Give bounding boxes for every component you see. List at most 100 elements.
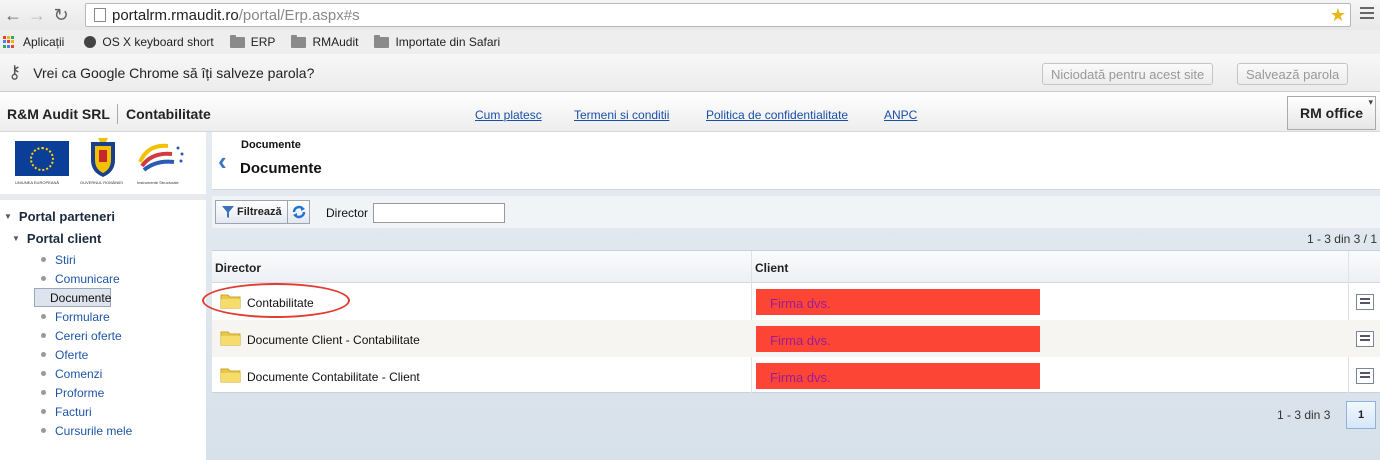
tree-root-label: Portal parteneri <box>18 209 116 224</box>
sidebar-item-label: Comunicare <box>55 271 120 286</box>
expand-triangle-icon[interactable]: ▼ <box>4 212 12 221</box>
bullet-icon <box>41 409 46 414</box>
director-cell[interactable]: Documente Contabilitate - Client <box>247 370 420 384</box>
reload-icon[interactable]: ↻ <box>50 4 72 26</box>
director-filter-input[interactable] <box>373 203 505 223</box>
record-count-bottom: 1 - 3 din 3 <box>1277 408 1331 422</box>
bookmark-label: ERP <box>250 35 276 49</box>
sidebar-item-cereri-oferte[interactable]: Cereri oferte <box>34 326 206 345</box>
sidebar-item-label: Oferte <box>55 347 89 362</box>
sidebar-item-formulare[interactable]: Formulare <box>34 307 206 326</box>
bookmark-star-icon[interactable]: ★ <box>1330 5 1346 26</box>
director-cell[interactable]: Documente Client - Contabilitate <box>247 333 420 347</box>
address-bar[interactable]: portalrm.rmaudit.ro/portal/Erp.aspx#s ★ <box>85 3 1351 27</box>
page-icon <box>94 8 106 22</box>
link-anpc[interactable]: ANPC <box>884 108 917 122</box>
logo-caption-gov: GUVERNUL ROMÂNIEI <box>80 180 123 185</box>
sidebar-item-label: Formulare <box>55 309 110 324</box>
funnel-icon <box>222 206 234 218</box>
sidebar-item-cursurile-mele[interactable]: Cursurile mele <box>34 421 206 440</box>
filter-button[interactable]: Filtrează <box>215 200 310 224</box>
table-row[interactable]: Contabilitate Firma dvs. <box>212 283 1380 320</box>
sidebar-item-label: Documente <box>50 290 112 305</box>
link-politica[interactable]: Politica de confidentialitate <box>706 108 848 122</box>
chrome-menu-icon[interactable] <box>1360 7 1374 22</box>
column-header-director[interactable]: Director <box>215 261 261 275</box>
sidebar-item-label: Proforme <box>55 385 105 400</box>
bookmark-label: Aplicații <box>23 35 65 49</box>
apps-grid-icon <box>3 36 15 48</box>
content-header: ‹ Documente Documente <box>212 132 1380 190</box>
client-cell: Firma dvs. <box>756 363 1040 389</box>
tree-group-label: Portal client <box>26 231 102 246</box>
bullet-icon <box>41 371 46 376</box>
bookmark-label: Importate din Safari <box>395 35 501 49</box>
row-details-icon[interactable] <box>1356 294 1374 310</box>
grid-header: Director Client <box>212 251 1380 283</box>
row-details-icon[interactable] <box>1356 331 1374 347</box>
bullet-icon <box>41 257 46 262</box>
romania-coat-of-arms-icon <box>91 138 115 177</box>
sidebar-item-oferte[interactable]: Oferte <box>34 345 206 364</box>
url-path: /portal/Erp.aspx#s <box>238 6 360 24</box>
column-header-client[interactable]: Client <box>755 261 788 275</box>
url-host: portalrm.rmaudit.ro <box>112 6 239 24</box>
breadcrumb[interactable]: Documente <box>241 139 301 151</box>
save-password-button[interactable]: Salvează parola <box>1237 63 1349 85</box>
client-cell: Firma dvs. <box>756 326 1040 352</box>
tree-root-portal-parteneri[interactable]: ▼ Portal parteneri <box>4 209 115 224</box>
filter-button-label: Filtrează <box>237 206 282 218</box>
sidebar-item-proforme[interactable]: Proforme <box>34 383 206 402</box>
logo-caption-eu: UNIUNEA EUROPEANĂ <box>15 180 60 185</box>
sidebar-item-comenzi[interactable]: Comenzi <box>34 364 206 383</box>
never-save-button[interactable]: Niciodată pentru acest site <box>1042 63 1214 85</box>
bookmark-apps[interactable]: Aplicații <box>0 35 64 49</box>
sidebar-item-comunicare[interactable]: Comunicare <box>34 269 206 288</box>
row-details-icon[interactable] <box>1356 368 1374 384</box>
tree-group-portal-client[interactable]: ▼ Portal client <box>12 231 101 246</box>
sidebar-item-stiri[interactable]: Stiri <box>34 250 206 269</box>
back-arrow-icon[interactable]: ← <box>2 4 24 26</box>
folder-icon <box>220 331 241 346</box>
browser-toolbar: ← → ↻ portalrm.rmaudit.ro/portal/Erp.asp… <box>0 0 1380 30</box>
bullet-icon <box>41 276 46 281</box>
sidebar-logos: UNIUNEA EUROPEANĂ GUVERNUL ROMÂNIEI Inst… <box>0 132 206 194</box>
sidebar-item-label: Facturi <box>55 404 92 419</box>
sidebar-item-label: Cursurile mele <box>55 423 133 438</box>
folder-icon <box>291 34 307 48</box>
sidebar-item-label: Comenzi <box>55 366 103 381</box>
apple-icon <box>84 36 97 48</box>
bookmark-rmaudit[interactable]: RMAudit <box>291 34 359 49</box>
page-button-1[interactable]: 1 <box>1346 401 1376 429</box>
tree-items: Stiri Comunicare Documente Formulare Cer… <box>34 250 206 440</box>
sidebar-item-facturi[interactable]: Facturi <box>34 402 206 421</box>
bookmark-osx-keyboard[interactable]: OS X keyboard short <box>80 35 214 49</box>
annotation-ellipse <box>202 283 350 318</box>
expand-triangle-icon[interactable]: ▼ <box>12 234 20 243</box>
infobar-message: Vrei ca Google Chrome să îți salveze par… <box>33 64 315 81</box>
bookmark-safari-import[interactable]: Importate din Safari <box>374 34 501 49</box>
director-filter-label: Director <box>326 206 369 220</box>
link-cum-platesc[interactable]: Cum platesc <box>475 108 542 122</box>
table-row[interactable]: Documente Client - Contabilitate Firma d… <box>212 320 1380 357</box>
filter-bar: Filtrează Director <box>212 196 1380 228</box>
bookmark-erp[interactable]: ERP <box>229 34 276 49</box>
sidebar-item-documente[interactable]: Documente <box>34 288 111 307</box>
forward-arrow-icon[interactable]: → <box>26 4 48 26</box>
bookmark-label: RMAudit <box>312 35 359 49</box>
app-header: R&M Audit SRL Contabilitate Cum platesc … <box>0 92 1380 132</box>
bookmark-label: OS X keyboard short <box>102 35 214 49</box>
back-chevron-icon[interactable]: ‹ <box>218 146 227 177</box>
sidebar-item-label: Cereri oferte <box>55 328 122 343</box>
structural-instruments-logo-icon <box>138 143 184 172</box>
module-name: Contabilitate <box>126 106 211 122</box>
link-termeni[interactable]: Termeni si conditii <box>574 108 669 122</box>
company-name: R&M Audit SRL <box>7 106 110 122</box>
table-row[interactable]: Documente Contabilitate - Client Firma d… <box>212 357 1380 394</box>
bullet-icon <box>41 352 46 357</box>
bullet-icon <box>41 428 46 433</box>
rm-office-button[interactable]: RM office <box>1287 96 1376 130</box>
rm-office-label: RM office <box>1300 105 1363 121</box>
refresh-icon[interactable] <box>287 201 309 223</box>
bullet-icon <box>41 314 46 319</box>
